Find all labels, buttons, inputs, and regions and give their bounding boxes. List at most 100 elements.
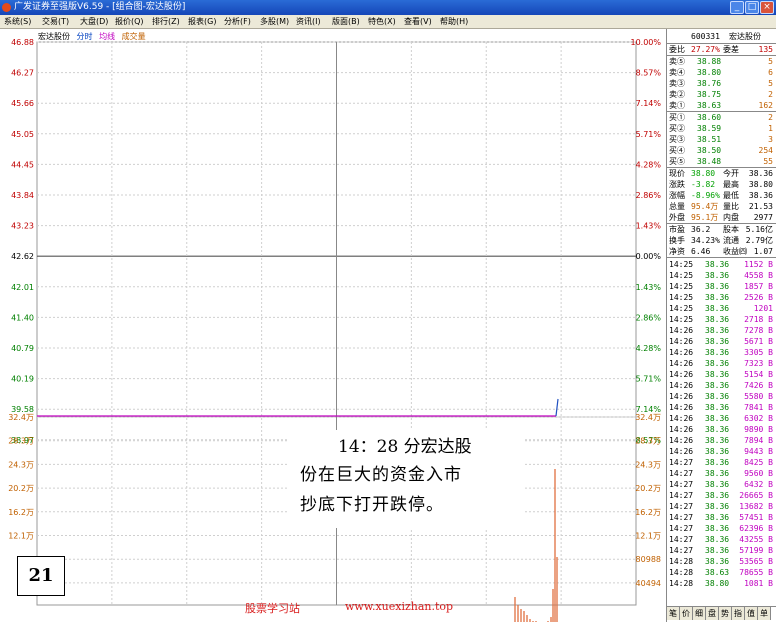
- minimize-button[interactable]: _: [730, 1, 744, 14]
- panel-tab[interactable]: 细: [693, 607, 706, 620]
- menu-view[interactable]: 查看(V): [404, 15, 432, 28]
- menu-quote[interactable]: 报价(Q): [115, 15, 144, 28]
- stats-row: 外盘 95.1万 内盘 2977: [667, 212, 776, 223]
- tick-volume: 7841 B: [744, 403, 773, 412]
- tick-time: 14:26: [669, 392, 694, 401]
- ask-price: 38.63: [697, 101, 722, 110]
- tick-volume: 2718 B: [744, 315, 773, 324]
- tick-price: 38.36: [705, 502, 730, 511]
- menu-info[interactable]: 资讯(I): [296, 15, 321, 28]
- panel-tab[interactable]: 值: [745, 607, 758, 620]
- tick-time: 14:25: [669, 260, 694, 269]
- tick-row: 14:27 38.36 57199 B: [667, 545, 776, 556]
- stat-value: 38.80: [691, 169, 716, 178]
- bid-row: 买⑤ 38.48 55: [667, 156, 776, 167]
- maximize-button[interactable]: □: [745, 1, 759, 14]
- tick-price: 38.63: [705, 568, 730, 577]
- tick-price: 38.36: [705, 326, 730, 335]
- menu-help[interactable]: 帮助(H): [440, 15, 468, 28]
- weibi-label: 委比: [669, 45, 685, 54]
- stat-label: 股本: [723, 225, 739, 234]
- price-axis-labels: 46.88 46.27 45.66 45.05 44.45 43.84 43.23 42.62…: [11, 38, 34, 445]
- window-title: 广发证券至强版V6.59 - [组合图-宏达股份]: [14, 2, 186, 12]
- volume-tick-label-left: 12.1万: [8, 532, 34, 541]
- tick-time: 14:25: [669, 293, 694, 302]
- price-tick-label: 43.84: [11, 191, 34, 200]
- panel-tab[interactable]: 势: [719, 607, 732, 620]
- menu-special[interactable]: 特色(X): [368, 15, 396, 28]
- panel-tab[interactable]: 指: [732, 607, 745, 620]
- tick-price: 38.36: [705, 370, 730, 379]
- menu-multistock[interactable]: 多股(M): [260, 15, 289, 28]
- stat-value: 95.4万: [691, 202, 719, 211]
- stat-value: 38.36: [748, 191, 773, 200]
- percent-tick-label: 7.14%: [636, 99, 662, 108]
- tick-time: 14:27: [669, 535, 694, 544]
- volume-tick-label-right: 24.3万: [635, 460, 661, 469]
- percent-tick-label: 5.71%: [636, 130, 662, 139]
- tab-avg[interactable]: 均线: [99, 32, 115, 41]
- bid-price: 38.60: [697, 113, 722, 122]
- tick-time: 14:27: [669, 469, 694, 478]
- annotation-box: 14：28 分宏达股 份在巨大的资金入市 抄底下打开跌停。: [288, 430, 523, 528]
- menu-rank[interactable]: 排行(Z): [152, 15, 180, 28]
- tick-price: 38.36: [705, 381, 730, 390]
- stat-label: 收益㈣: [723, 247, 747, 256]
- tick-row: 14:26 38.36 7841 B: [667, 402, 776, 413]
- tick-row: 14:26 38.36 7894 B: [667, 435, 776, 446]
- panel-tab[interactable]: 单: [758, 607, 771, 620]
- watermark: 股票学习站 www.xuexizhan.top: [245, 600, 453, 616]
- close-button[interactable]: ×: [760, 1, 774, 14]
- price-tick-label: 45.66: [11, 99, 34, 108]
- ask-label: 卖⑤: [669, 57, 685, 66]
- panel-tab[interactable]: 价: [680, 607, 693, 620]
- tick-row: 14:26 38.36 5671 B: [667, 336, 776, 347]
- stat-label: 涨跌: [669, 180, 685, 189]
- tick-price: 38.36: [705, 458, 730, 467]
- tick-price: 38.36: [705, 491, 730, 500]
- menu-system[interactable]: 系统(S): [4, 15, 31, 28]
- percent-tick-label: 2.86%: [636, 313, 662, 322]
- tick-time: 14:27: [669, 502, 694, 511]
- tick-price: 38.36: [705, 480, 730, 489]
- panel-tab[interactable]: 盘: [706, 607, 719, 620]
- tick-time: 14:26: [669, 425, 694, 434]
- ask-row: 卖⑤ 38.88 5: [667, 56, 776, 67]
- ask-row: 卖① 38.63 162: [667, 100, 776, 111]
- menu-report[interactable]: 报表(G): [188, 15, 216, 28]
- tick-price: 38.36: [705, 271, 730, 280]
- tick-time: 14:25: [669, 304, 694, 313]
- tick-volume: 26665 B: [739, 491, 773, 500]
- tick-row: 14:26 38.36 7323 B: [667, 358, 776, 369]
- panel-tab[interactable]: 笔: [667, 607, 680, 620]
- tick-price: 38.36: [705, 392, 730, 401]
- tick-volume: 78655 B: [739, 568, 773, 577]
- tick-row: 14:26 38.36 9443 B: [667, 446, 776, 457]
- tick-volume: 5580 B: [744, 392, 773, 401]
- tick-price: 38.36: [705, 293, 730, 302]
- tick-volume: 1081 B: [744, 579, 773, 588]
- tick-price: 38.36: [705, 535, 730, 544]
- watermark-url: www.xuexizhan.top: [345, 600, 454, 613]
- tick-time: 14:26: [669, 326, 694, 335]
- app-logo-icon: [2, 3, 11, 12]
- intraday-chart[interactable]: 46.88 46.27 45.66 45.05 44.45 43.84 43.23 42.62…: [0, 29, 666, 622]
- menu-trade[interactable]: 交易(T): [42, 15, 69, 28]
- price-tick-label: 40.79: [11, 344, 34, 353]
- menu-analysis[interactable]: 分析(F): [224, 15, 251, 28]
- tick-time: 14:25: [669, 271, 694, 280]
- ask-label: 卖③: [669, 79, 685, 88]
- tick-volume: 62396 B: [739, 524, 773, 533]
- weibi-row: 委比 27.27% 委差 135: [667, 44, 776, 55]
- tick-price: 38.36: [705, 403, 730, 412]
- tab-time[interactable]: 分时: [77, 32, 93, 41]
- tab-volume[interactable]: 成交量: [122, 32, 146, 41]
- tick-time: 14:26: [669, 403, 694, 412]
- ask-volume: 2: [768, 90, 773, 99]
- price-tick-label: 40.19: [11, 375, 34, 384]
- tick-volume: 7323 B: [744, 359, 773, 368]
- menu-market[interactable]: 大盘(D): [80, 15, 108, 28]
- tick-time: 14:28: [669, 568, 694, 577]
- menu-layout[interactable]: 版面(B): [332, 15, 360, 28]
- bid-volume: 254: [758, 146, 773, 155]
